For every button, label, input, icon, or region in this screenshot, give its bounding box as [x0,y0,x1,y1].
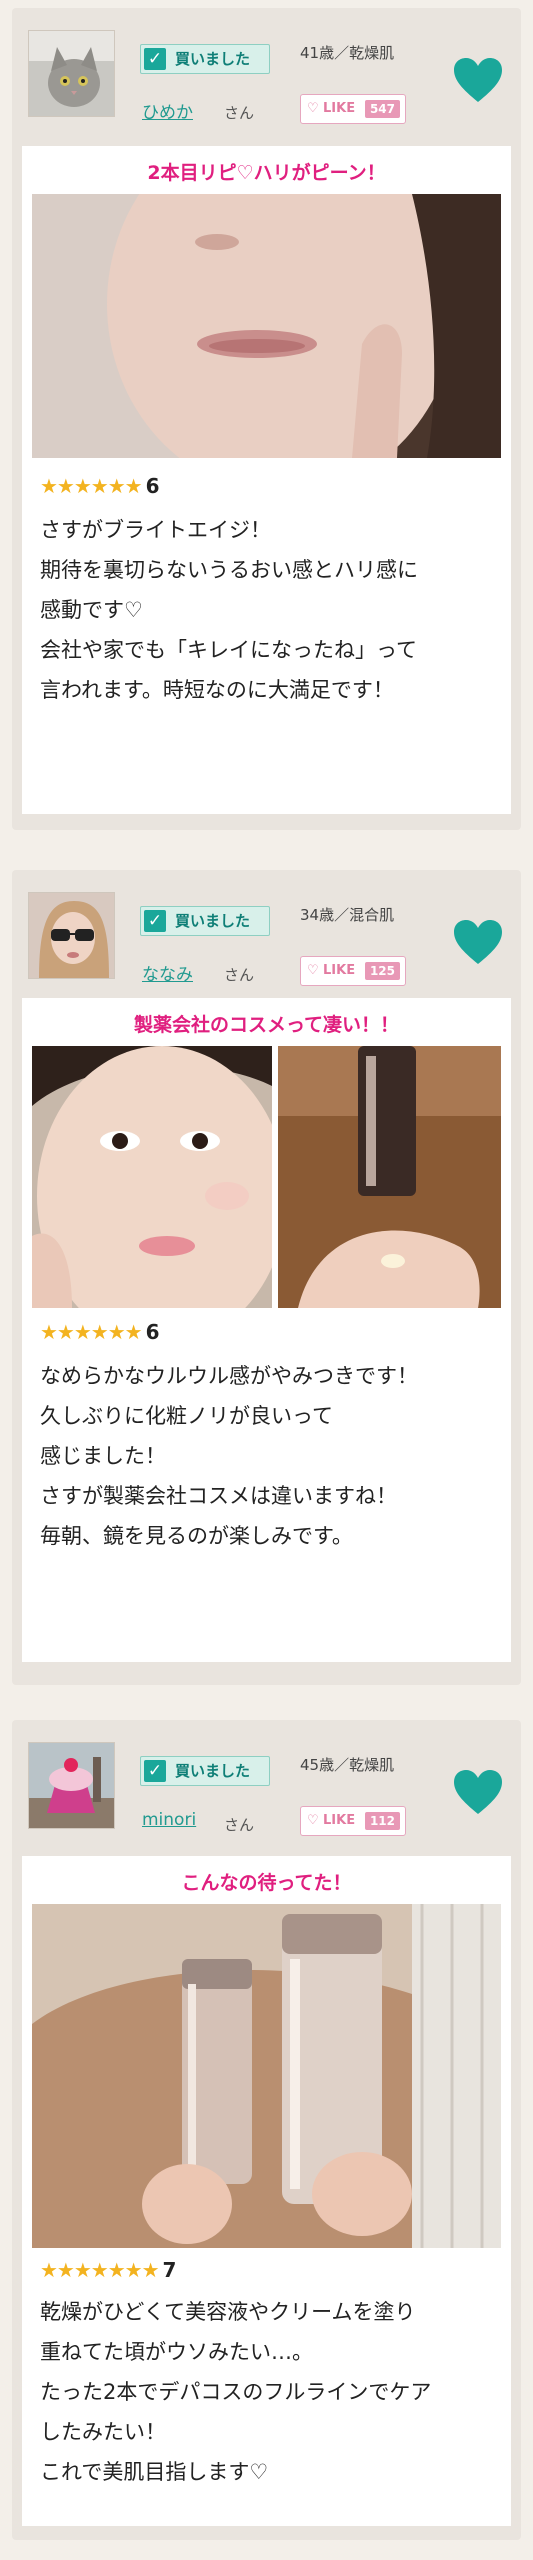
review-card: 2本目リピ♡ハリがピーン！ ★★★★★★ 6 さすがブライトエイジ！ 期待を裏切ら… [22,146,511,814]
review-body: さすがブライトエイジ！ 期待を裏切らないうるおい感とハリ感に 感動です♡ 会社や… [40,518,418,702]
review-body: 乾燥がひどくて美容液やクリームを塗り 重ねてた頃がウソみたい…。 たった2本でデ… [40,2300,432,2484]
avatar[interactable] [28,892,115,979]
check-icon: ✓ [144,910,166,932]
bought-label: 買いました [175,1762,251,1780]
stars: ★★★★★★★ [40,2258,160,2282]
honorific: さん [224,966,255,984]
review-item: ✓ 買いました 34歳／混合肌 ななみ さん ♡ LIKE 125 製薬会社のコ… [12,870,521,1685]
honorific: さん [224,1816,255,1834]
heart-outline-icon: ♡ [307,1813,319,1828]
rating-number: 6 [145,1320,160,1344]
like-label: LIKE [323,963,356,978]
like-button[interactable]: ♡ LIKE 112 [300,1806,406,1836]
like-button[interactable]: ♡ LIKE 125 [300,956,406,986]
avatar[interactable] [28,30,115,117]
like-label: LIKE [323,1813,356,1828]
username-link[interactable]: minori [142,1810,196,1830]
star-rating: ★★★★★★ 6 [40,474,160,498]
reviews-page: ✓ 買いました 41歳／乾燥肌 ひめか さん ♡ LIKE 547 2本目リピ♡… [0,0,533,2560]
age-skin: 41歳／乾燥肌 [300,44,395,62]
bought-label: 買いました [175,912,251,930]
like-button[interactable]: ♡ LIKE 547 [300,94,406,124]
bought-badge: ✓ 買いました [140,44,270,74]
review-header: ✓ 買いました 34歳／混合肌 ななみ さん ♡ LIKE 125 [12,870,521,1005]
review-title: 2本目リピ♡ハリがピーン！ [147,162,386,184]
check-icon: ✓ [144,1760,166,1782]
rating-number: 7 [162,2258,177,2282]
review-photo-face [32,1046,272,1308]
bought-badge: ✓ 買いました [140,1756,270,1786]
username-link[interactable]: ひめか [142,98,193,123]
review-header: ✓ 買いました 41歳／乾燥肌 ひめか さん ♡ LIKE 547 [12,8,521,143]
heart-icon[interactable] [452,56,504,104]
rating-number: 6 [145,474,160,498]
review-title: こんなの待ってた！ [181,1872,352,1894]
star-rating: ★★★★★★★ 7 [40,2258,176,2282]
review-card: こんなの待ってた！ ★★★★★★★ 7 乾燥がひどくて美容液やクリームを塗り 重… [22,1856,511,2526]
review-photo [32,1904,501,2248]
heart-outline-icon: ♡ [307,963,319,978]
review-item: ✓ 買いました 41歳／乾燥肌 ひめか さん ♡ LIKE 547 2本目リピ♡… [12,8,521,830]
review-body: なめらかなウルウル感がやみつきです！ 久しぶりに化粧ノリが良いって 感じました！… [40,1364,418,1548]
like-count: 112 [364,1812,400,1830]
honorific: さん [224,104,255,122]
review-title: 製薬会社のコスメって凄い！！ [133,1014,400,1036]
review-item: ✓ 買いました 45歳／乾燥肌 minori さん ♡ LIKE 112 こんな… [12,1720,521,2540]
heart-icon[interactable] [452,1768,504,1816]
bought-badge: ✓ 買いました [140,906,270,936]
review-header: ✓ 買いました 45歳／乾燥肌 minori さん ♡ LIKE 112 [12,1720,521,1855]
stars: ★★★★★★ [40,474,143,498]
bought-label: 買いました [175,50,251,68]
star-rating: ★★★★★★ 6 [40,1320,160,1344]
like-label: LIKE [323,101,356,116]
age-skin: 45歳／乾燥肌 [300,1756,395,1774]
heart-outline-icon: ♡ [307,101,319,116]
check-icon: ✓ [144,48,166,70]
avatar[interactable] [28,1742,115,1829]
review-photo [32,194,501,458]
stars: ★★★★★★ [40,1320,143,1344]
heart-icon[interactable] [452,918,504,966]
review-photo-product [278,1046,501,1308]
like-count: 125 [364,962,400,980]
username-link[interactable]: ななみ [142,960,193,985]
like-count: 547 [364,100,400,118]
age-skin: 34歳／混合肌 [300,906,395,924]
review-card: 製薬会社のコスメって凄い！！ ★★★★★★ 6 なめらかなウルウル感がやみつきで… [22,998,511,1662]
